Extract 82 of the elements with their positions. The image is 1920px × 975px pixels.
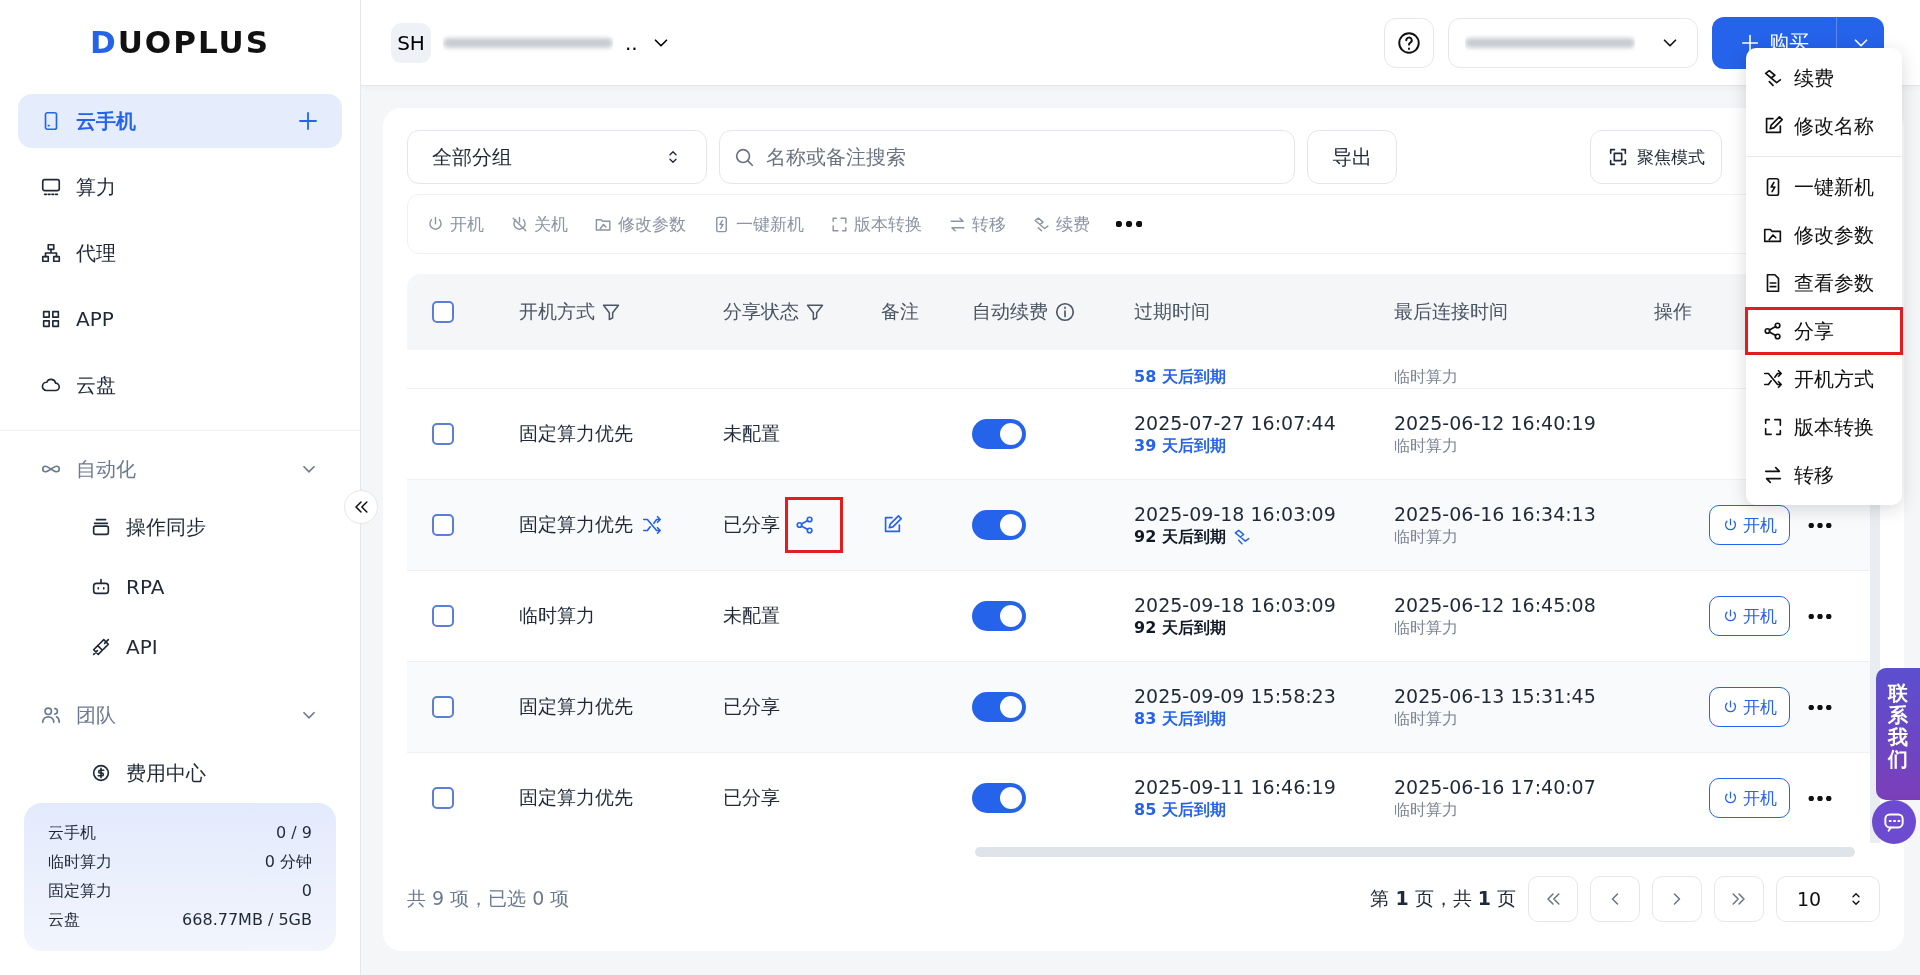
share-status: 未配置 — [723, 603, 780, 628]
stat-label: 固定算力 — [48, 881, 112, 902]
boot-mode: 固定算力优先 — [519, 421, 633, 446]
expiry-time: 2025-09-11 16:46:19 — [1134, 775, 1337, 798]
expiry-time: 2025-09-09 15:58:23 — [1134, 684, 1337, 707]
account-suffix: .. — [625, 30, 638, 55]
last-connection-time: 2025-06-16 17:40:07 — [1394, 775, 1597, 798]
sidebar-item[interactable]: 代理 — [18, 226, 342, 280]
stat-value: 0 — [301, 881, 312, 902]
group-select[interactable]: 全部分组 — [407, 130, 707, 184]
power-on-button[interactable]: 开机 — [1709, 596, 1790, 636]
last-connection-time: 2025-06-16 16:34:13 — [1394, 502, 1597, 525]
column-header: 最后连接时间 — [1394, 299, 1508, 324]
sidebar-item[interactable]: 操作同步 — [18, 497, 342, 557]
stat-label: 云盘 — [48, 910, 80, 931]
compute-source: 临时算力 — [1394, 799, 1459, 821]
stat-value: 0 分钟 — [264, 852, 312, 873]
boot-mode: 固定算力优先 — [519, 694, 633, 719]
column-header: 过期时间 — [1134, 299, 1210, 324]
sidebar-group[interactable]: 团队 — [18, 687, 342, 743]
stat-label: 云手机 — [48, 823, 96, 844]
share-status: 已分享 — [723, 785, 780, 810]
logo: DUOPLUS — [89, 24, 271, 60]
expiry-time: 2025-07-27 16:07:44 — [1134, 411, 1337, 434]
expiry-note: 39 天后到期 — [1134, 435, 1226, 457]
menu-item[interactable]: 分享 — [1748, 310, 1900, 352]
expiry-note: 83 天后到期 — [1134, 708, 1226, 730]
boot-mode: 固定算力优先 — [519, 785, 633, 810]
search-field[interactable]: 名称或备注搜索 — [719, 130, 1295, 184]
sidebar-item[interactable]: 云手机 — [18, 94, 342, 148]
stat-value: 668.77MB / 5GB — [182, 910, 312, 931]
last-connection-time: 2025-06-12 16:45:08 — [1394, 593, 1597, 616]
page-size-select[interactable]: 10 — [1776, 876, 1880, 922]
expiry-note: 92 天后到期 — [1134, 526, 1226, 548]
menu-item[interactable]: 查看参数 — [1748, 262, 1900, 304]
column-header: 开机方式 — [519, 299, 595, 324]
expiry-note: 85 天后到期 — [1134, 799, 1226, 821]
page-indicator: 第 1 页，共 1 页 — [1370, 886, 1516, 911]
share-status: 未配置 — [723, 421, 780, 446]
sidebar-group[interactable]: 自动化 — [18, 441, 342, 497]
column-header: 备注 — [881, 299, 919, 324]
stat-value: 0 / 9 — [276, 823, 312, 844]
sidebar-item[interactable]: 费用中心 — [18, 743, 342, 803]
menu-item[interactable]: 修改名称 — [1748, 105, 1900, 147]
menu-item[interactable]: 转移 — [1748, 454, 1900, 496]
sidebar-item[interactable]: RPA — [18, 557, 342, 617]
boot-mode: 临时算力 — [519, 603, 595, 628]
expiry-note: 92 天后到期 — [1134, 617, 1226, 639]
column-header: 分享状态 — [723, 299, 799, 324]
sidebar-item[interactable]: 算力 — [18, 160, 342, 214]
selection-summary: 共 9 项，已选 0 项 — [407, 886, 571, 911]
expiry-time: 2025-09-18 16:03:09 — [1134, 502, 1337, 525]
last-connection-time: 2025-06-13 15:31:45 — [1394, 684, 1597, 707]
share-status: 已分享 — [723, 512, 780, 537]
menu-item[interactable]: 版本转换 — [1748, 406, 1900, 448]
stat-label: 临时算力 — [48, 852, 112, 873]
compute-source: 临时算力 — [1394, 435, 1459, 457]
power-on-button[interactable]: 开机 — [1709, 505, 1790, 545]
boot-mode: 固定算力优先 — [519, 512, 633, 537]
power-on-button[interactable]: 开机 — [1709, 687, 1790, 727]
sidebar-item[interactable]: 云盘 — [18, 358, 342, 412]
menu-item[interactable]: 开机方式 — [1748, 358, 1900, 400]
menu-item[interactable]: 一键新机 — [1748, 166, 1900, 208]
column-header: 自动续费 — [972, 299, 1048, 324]
export-button[interactable]: 导出 — [1307, 130, 1397, 184]
focus-mode-button[interactable]: 聚焦模式 — [1590, 130, 1722, 184]
column-header: 操作 — [1654, 299, 1692, 324]
compute-source: 临时算力 — [1394, 708, 1459, 730]
power-on-button[interactable]: 开机 — [1709, 778, 1790, 818]
contact-tab[interactable]: 联系我们 — [1876, 668, 1920, 800]
menu-item[interactable]: 修改参数 — [1748, 214, 1900, 256]
sidebar-item[interactable]: APP — [18, 292, 342, 346]
expiry-note: 58 天后到期 — [1134, 367, 1226, 388]
share-status: 已分享 — [723, 694, 780, 719]
compute-source: 临时算力 — [1394, 617, 1459, 639]
account-switcher[interactable]: SH .. — [391, 22, 672, 63]
expiry-time: 2025-09-18 16:03:09 — [1134, 593, 1337, 616]
last-connection-time: 2025-06-12 16:40:19 — [1394, 411, 1597, 434]
avatar: SH — [391, 22, 431, 63]
compute-source: 临时算力 — [1394, 526, 1459, 548]
compute-source: 临时算力 — [1394, 367, 1459, 388]
sidebar-item[interactable]: API — [18, 617, 342, 677]
